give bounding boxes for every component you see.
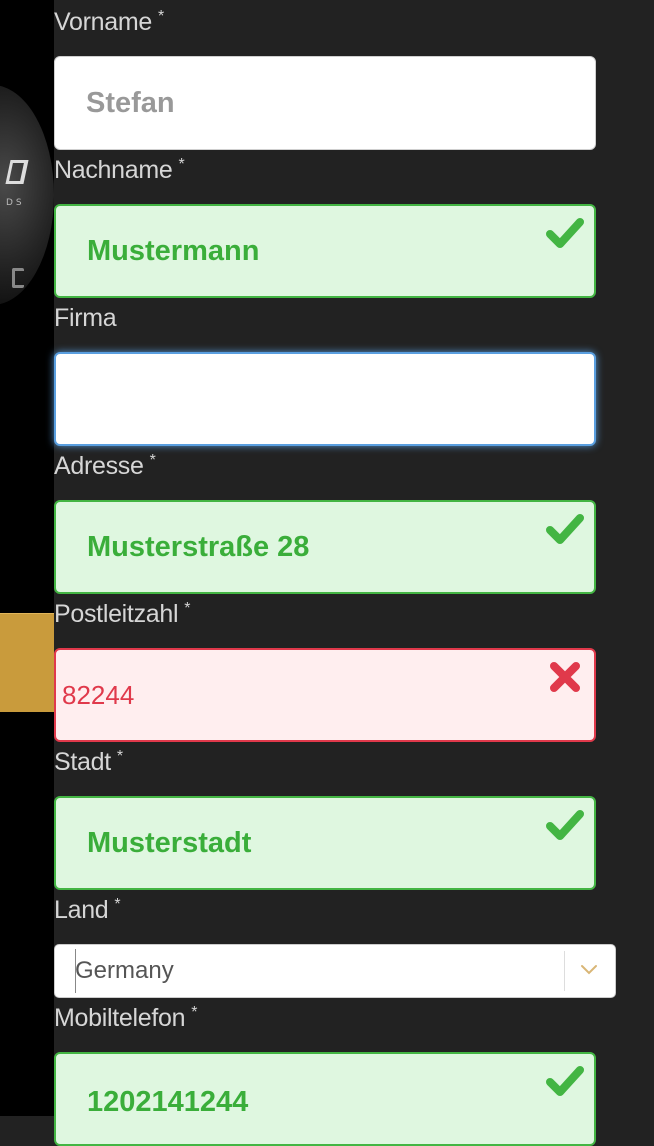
check-icon [546,810,584,840]
vorname-placeholder: Stefan [86,86,175,119]
cross-icon [550,662,580,692]
label-postleitzahl: Postleitzahl * [54,600,190,629]
postleitzahl-value: 82244 [62,679,135,710]
mobiltelefon-value: 1202141244 [87,1086,249,1118]
mobiltelefon-field[interactable]: 1202141244 [54,1052,596,1146]
label-text: Stadt [54,748,111,776]
nachname-field[interactable]: Mustermann [54,204,596,298]
label-text: Land [54,896,109,924]
check-icon [546,1066,584,1096]
label-adresse: Adresse * [54,452,156,481]
side-accent-block [0,613,54,712]
required-marker: * [178,155,185,173]
required-marker: * [116,747,123,765]
label-text: Adresse [54,452,144,480]
land-select[interactable]: Germany [54,944,616,998]
logo-disc [0,85,54,305]
label-mobiltelefon: Mobiltelefon * [54,1004,197,1033]
logo-icon-secondary [12,268,24,288]
label-text: Nachname [54,156,173,184]
label-land: Land * [54,895,121,925]
nachname-value: Mustermann [87,234,260,267]
adresse-value: Musterstraße 28 [87,530,310,563]
label-nachname: Nachname * [54,155,185,185]
chevron-down-icon[interactable] [577,957,601,981]
firma-field[interactable] [54,352,596,446]
label-text: Postleitzahl [54,600,179,628]
logo-subtext: DS [6,198,25,208]
check-icon [546,218,584,248]
select-divider [564,951,565,991]
check-icon [546,514,584,544]
stadt-value: Musterstadt [87,826,252,859]
land-selected-value: Germany [75,957,174,984]
stadt-field[interactable]: Musterstadt [54,796,596,890]
label-vorname: Vorname * [54,8,164,37]
required-marker: * [149,451,156,469]
vorname-field[interactable]: Stefan [54,56,596,150]
required-marker: * [114,895,121,913]
label-text: Vorname [54,8,152,36]
side-image: DS [0,0,54,1116]
adresse-field[interactable]: Musterstraße 28 [54,500,596,594]
required-marker: * [157,7,164,25]
label-text: Mobiltelefon [54,1004,186,1032]
label-firma: Firma [54,304,117,333]
label-stadt: Stadt * [54,748,123,777]
postleitzahl-field[interactable]: 82244 [54,648,596,742]
required-marker: * [191,1003,198,1021]
label-text: Firma [54,304,117,332]
required-marker: * [184,599,191,617]
